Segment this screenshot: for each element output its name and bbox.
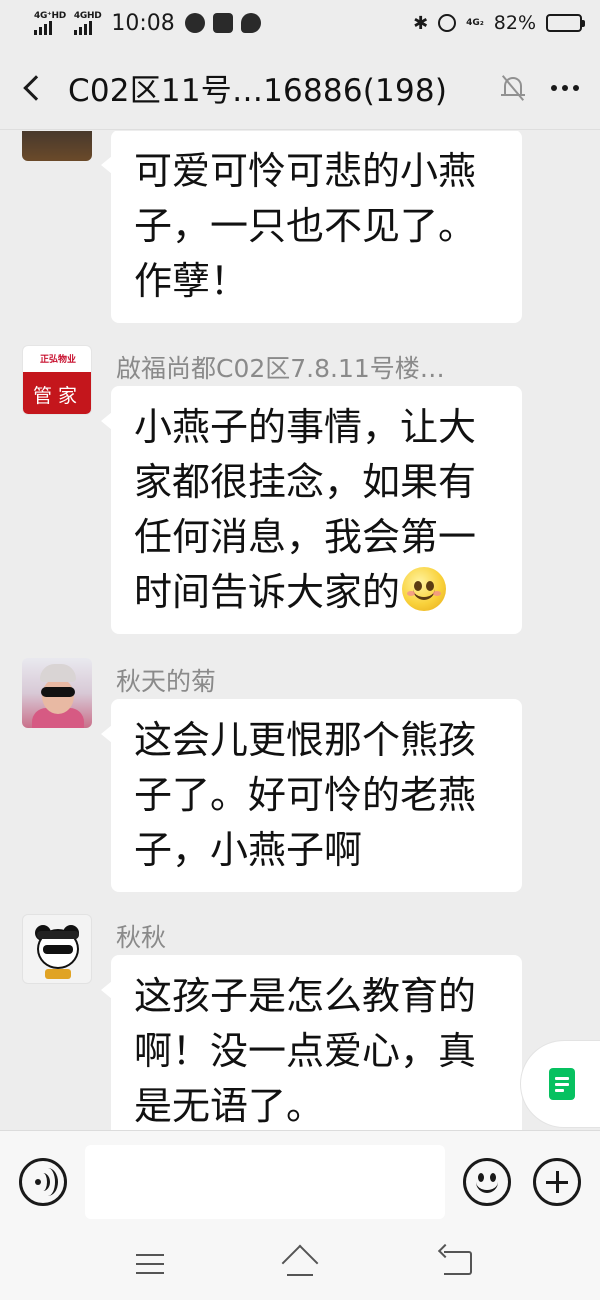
message-bubble[interactable]: 这孩子是怎么教育的啊！没一点爱心，真是无语了。 xyxy=(101,955,522,1130)
chat-screen: 4G⁺HD 4GHD 10:08 ✱ 4G₂ 82% C02区11号…16886… xyxy=(0,0,600,1300)
plus-icon[interactable] xyxy=(533,1158,581,1206)
sender-name: 秋天的菊 xyxy=(116,667,217,696)
floating-doc-button[interactable] xyxy=(520,1040,600,1128)
status-time: 10:08 xyxy=(111,10,175,36)
message-input[interactable] xyxy=(85,1145,445,1219)
back-icon[interactable] xyxy=(0,46,60,130)
message-bubble[interactable]: 小燕子的事情，让大家都很挂念，如果有任何消息，我会第一时间告诉大家的 xyxy=(101,386,522,634)
network-label-2: 4GHD xyxy=(73,11,102,21)
network-label-1: 4G⁺HD xyxy=(34,11,66,21)
menu-icon[interactable] xyxy=(136,1252,164,1274)
network-label-right: 4G₂ xyxy=(466,18,484,28)
bell-off-icon xyxy=(500,73,526,103)
avatar[interactable] xyxy=(22,131,92,161)
doc-icon xyxy=(549,1068,575,1100)
chat-title: C02区11号…16886(198) xyxy=(68,73,448,109)
home-icon[interactable] xyxy=(281,1244,319,1282)
message-bubble-icon xyxy=(240,13,261,33)
message-bubble[interactable]: 这会儿更恨那个熊孩子了。好可怜的老燕子，小燕子啊 xyxy=(101,699,522,892)
more-icon[interactable] xyxy=(540,46,590,130)
voice-icon[interactable] xyxy=(19,1158,67,1206)
avatar[interactable] xyxy=(22,914,92,984)
status-bar: 4G⁺HD 4GHD 10:08 ✱ 4G₂ 82% xyxy=(0,0,600,46)
smile-emoji-icon xyxy=(402,567,447,611)
emoji-icon[interactable] xyxy=(463,1158,511,1206)
signal-1-icon: 4G⁺HD xyxy=(34,11,66,35)
avatar[interactable] xyxy=(22,658,92,728)
notification-box-icon xyxy=(212,13,233,33)
signal-2-icon: 4GHD xyxy=(73,11,102,35)
system-nav-bar xyxy=(0,1234,600,1300)
sender-name: 啟福尚都C02区7.8.11号楼… xyxy=(116,354,445,383)
input-bar xyxy=(0,1130,600,1234)
avatar-logo: 正弘物业 xyxy=(39,355,76,365)
message-bubble[interactable]: 可爱可怜可悲的小燕子，一只也不见了。作孽！ xyxy=(101,131,522,323)
avatar[interactable]: 正弘物业 管家 xyxy=(22,345,92,415)
speedometer-icon xyxy=(184,13,205,33)
battery-icon xyxy=(546,14,585,32)
back-nav-icon[interactable] xyxy=(444,1251,472,1275)
message-list[interactable]: 可爱可怜可悲的小燕子，一只也不见了。作孽！ 正弘物业 管家 啟福尚都C02区7.… xyxy=(0,131,600,1130)
bluetooth-icon: ✱ xyxy=(413,12,429,34)
sender-name: 秋秋 xyxy=(116,923,167,952)
avatar-label: 管家 xyxy=(23,372,91,414)
alarm-icon xyxy=(438,14,457,32)
chat-header: C02区11号…16886(198) xyxy=(0,46,600,130)
battery-percent: 82% xyxy=(493,12,536,34)
